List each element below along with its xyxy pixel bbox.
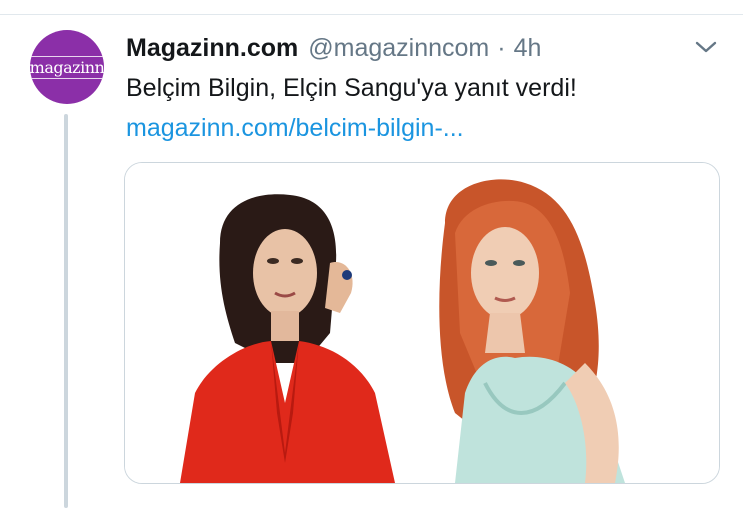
avatar-logo-text: magazinn	[30, 55, 104, 79]
photo-illustration	[125, 163, 719, 483]
media-image[interactable]	[124, 162, 720, 484]
display-name[interactable]: Magazinn.com	[126, 34, 298, 63]
top-divider	[0, 0, 743, 15]
tweet-link[interactable]: magazinn.com/belcim-bilgin-...	[126, 114, 464, 143]
chevron-down-icon[interactable]	[694, 38, 718, 56]
action-bar	[126, 500, 726, 508]
user-handle[interactable]: @magazinncom	[308, 34, 489, 63]
tweet-text: Belçim Bilgin, Elçin Sangu'ya yanıt verd…	[126, 74, 577, 102]
avatar[interactable]: magazinn	[30, 30, 104, 104]
tweet-header: Magazinn.com @magazinncom · 4h	[126, 34, 541, 66]
thread-line	[64, 114, 68, 508]
tweet-timestamp[interactable]: 4h	[514, 34, 542, 63]
separator-dot: ·	[497, 34, 506, 62]
